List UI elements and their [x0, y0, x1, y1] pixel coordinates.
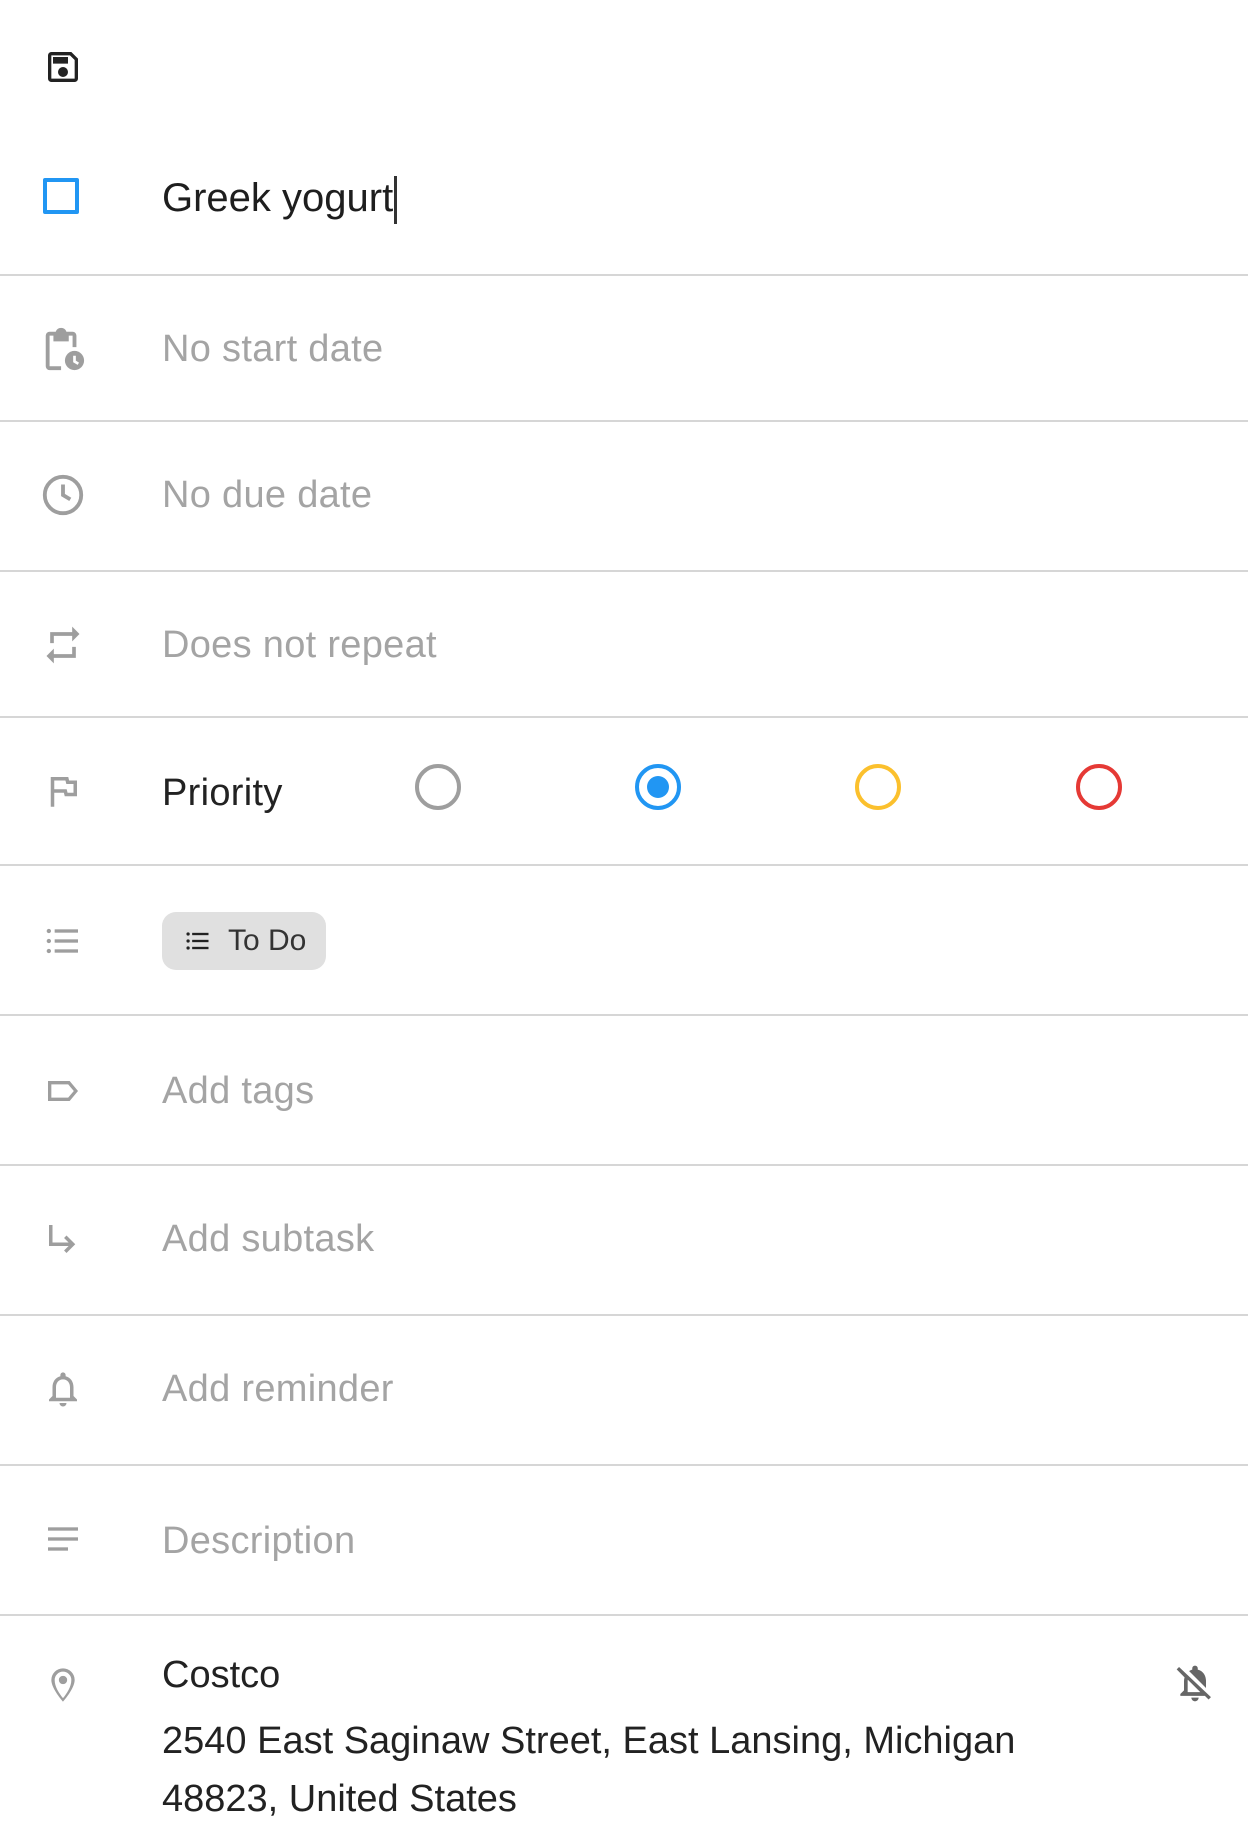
location-row[interactable]: Costco 2540 East Saginaw Street, East La…	[0, 1616, 1248, 1828]
priority-medium-radio[interactable]	[855, 764, 901, 810]
priority-selected-dot	[647, 776, 669, 798]
subtask-row[interactable]: Add subtask	[0, 1166, 1248, 1316]
subdirectory-arrow-icon	[36, 1212, 90, 1266]
list-row: To Do	[0, 866, 1248, 1016]
start-date-label: No start date	[162, 328, 384, 370]
title-row: Greek yogurt	[0, 140, 1248, 276]
top-bar	[0, 0, 1248, 140]
save-button[interactable]	[36, 40, 90, 94]
priority-low-radio[interactable]	[635, 764, 681, 810]
clock-icon	[36, 468, 90, 522]
due-date-row[interactable]: No due date	[0, 422, 1248, 572]
due-date-label: No due date	[162, 474, 373, 516]
reminder-row[interactable]: Add reminder	[0, 1316, 1248, 1466]
tags-row[interactable]: Add tags	[0, 1016, 1248, 1166]
subtask-label: Add subtask	[162, 1218, 375, 1260]
tags-label: Add tags	[162, 1070, 315, 1112]
notes-icon	[36, 1512, 90, 1566]
text-caret	[394, 176, 398, 225]
list-chip-label: To Do	[228, 924, 307, 957]
title-text: Greek yogurt	[162, 176, 394, 220]
location-name: Costco	[162, 1654, 281, 1696]
repeat-label: Does not repeat	[162, 624, 437, 666]
repeat-icon	[36, 618, 90, 672]
list-chip[interactable]: To Do	[162, 912, 327, 970]
location-pin-icon	[36, 1658, 90, 1712]
priority-high-radio[interactable]	[1076, 764, 1122, 810]
priority-label: Priority	[162, 772, 283, 814]
complete-checkbox[interactable]	[43, 178, 79, 214]
flag-icon	[36, 764, 90, 818]
start-date-row[interactable]: No start date	[0, 276, 1248, 422]
tag-icon	[36, 1064, 90, 1118]
reminder-label: Add reminder	[162, 1368, 394, 1410]
location-address: 2540 East Saginaw Street, East Lansing, …	[162, 1720, 1016, 1820]
priority-none-radio[interactable]	[415, 764, 461, 810]
description-label: Description	[162, 1520, 356, 1562]
start-date-icon	[36, 322, 90, 376]
list-icon	[36, 914, 90, 968]
repeat-row[interactable]: Does not repeat	[0, 572, 1248, 718]
bell-icon	[36, 1362, 90, 1416]
location-notification-toggle[interactable]	[1168, 1656, 1222, 1710]
save-icon	[48, 52, 78, 82]
title-input[interactable]: Greek yogurt	[162, 176, 1062, 225]
notifications-off-icon	[1176, 1665, 1211, 1702]
priority-row: Priority	[0, 718, 1248, 866]
list-chip-icon	[186, 932, 209, 950]
description-row[interactable]: Description	[0, 1466, 1248, 1616]
